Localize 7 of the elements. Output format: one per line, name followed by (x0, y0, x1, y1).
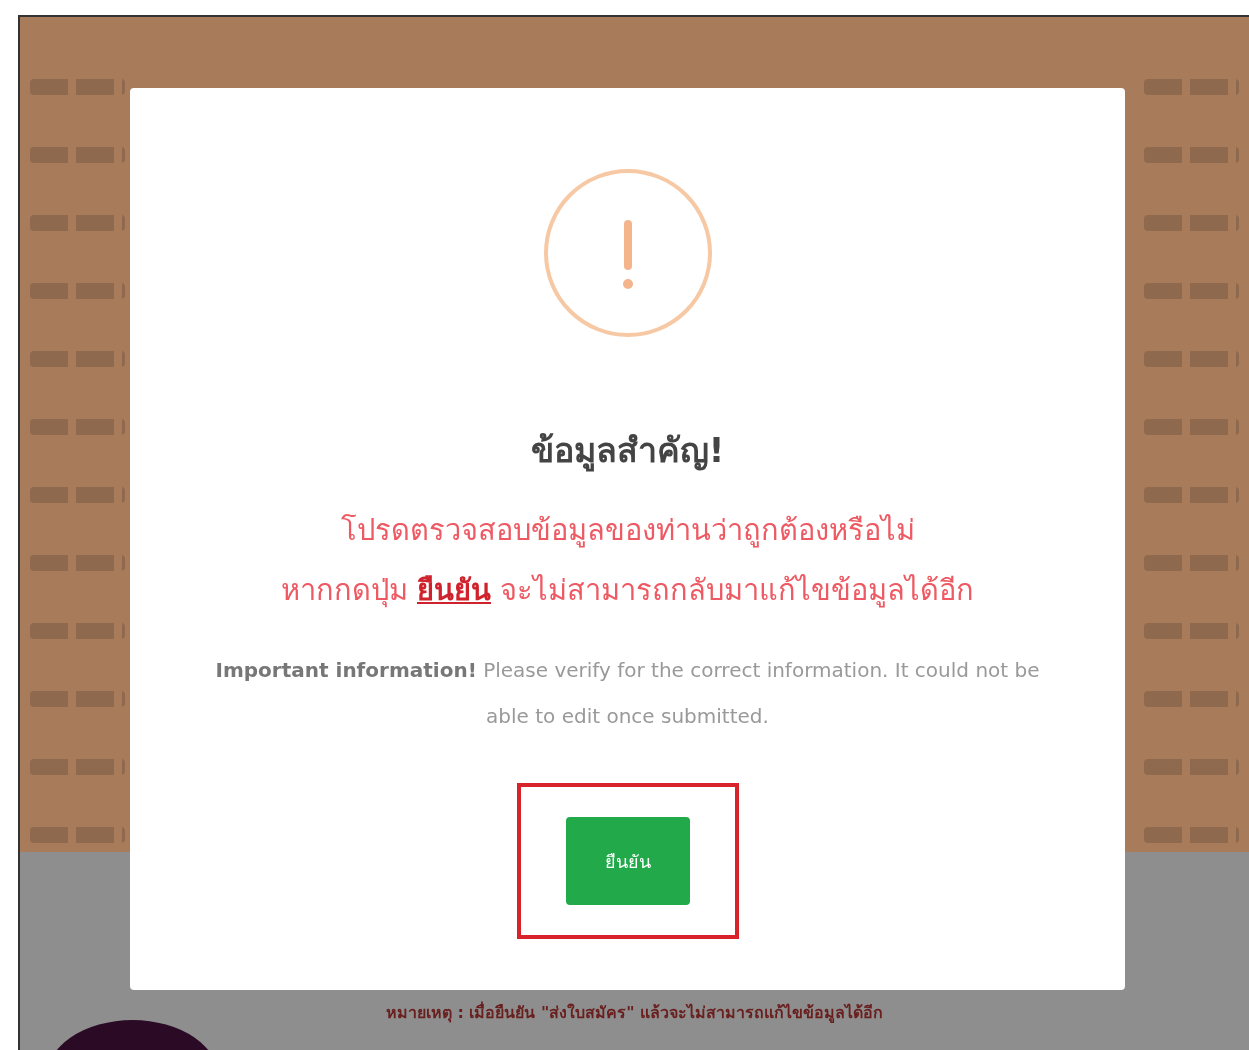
warning-text: หากกดปุ่ม ยืนยัน จะไม่สามารถกลับมาแก้ไขข้อมูลได้อีก (280, 572, 975, 610)
warning-icon (542, 168, 713, 338)
english-note: Important information! Please verify for the correct information. It could not be able to edit once submitted. (214, 657, 1041, 730)
warning-text: โปรดตรวจสอบข้อมูลของท่านว่าถูกต้องหรือไม่ (340, 512, 915, 550)
dialog-title: ข้อมูลสำคัญ! (530, 429, 725, 474)
confirm-button[interactable]: ยืนยัน (565, 817, 690, 905)
footer-note: หมายเหตุ : เมื่อยืนยัน "ส่งใบสมัคร" แล้วจะไม่สามารถแก้ไขข้อมูลได้อีก (385, 1000, 884, 1025)
